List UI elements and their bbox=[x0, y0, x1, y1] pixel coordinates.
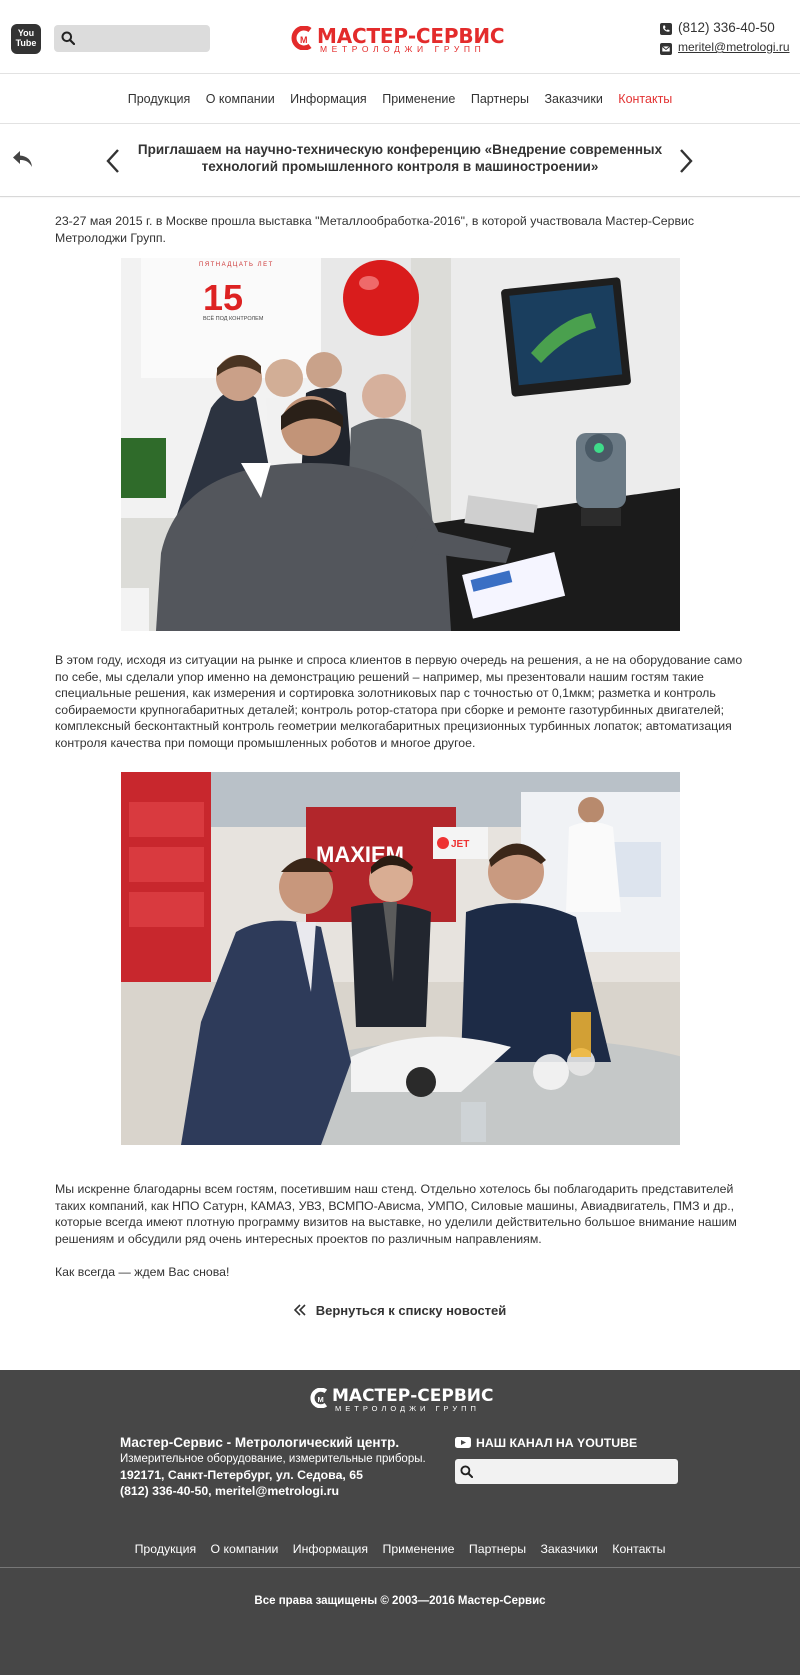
phone-row[interactable]: (812) 336-40-50 bbox=[660, 20, 794, 40]
footer-nav-products[interactable]: Продукция bbox=[135, 1542, 197, 1556]
footer-youtube-label[interactable]: НАШ КАНАЛ НА YOUTUBE bbox=[476, 1436, 637, 1450]
article-paragraph: 23-27 мая 2015 г. в Москве прошла выстав… bbox=[55, 214, 695, 245]
reply-arrow-icon[interactable] bbox=[11, 148, 35, 170]
brand-subtitle: МЕТРОЛОДЖИ ГРУПП bbox=[320, 44, 486, 54]
footer-search[interactable] bbox=[455, 1459, 678, 1484]
email-link[interactable]: meritel@metrologi.ru bbox=[678, 40, 790, 54]
footer-company-info: Мастер-Сервис - Метрологический центр. И… bbox=[120, 1434, 440, 1499]
header-contacts: (812) 336-40-50 meritel@metrologi.ru bbox=[660, 20, 794, 60]
double-chevron-left-icon bbox=[293, 1303, 306, 1316]
footer-company-name: Мастер-Сервис - Метрологический центр. bbox=[120, 1435, 400, 1450]
footer-nav-about[interactable]: О компании bbox=[211, 1542, 279, 1556]
search-icon bbox=[61, 31, 75, 45]
chevron-left-icon[interactable] bbox=[105, 148, 121, 174]
nav-item-application[interactable]: Применение bbox=[382, 92, 455, 106]
photo-logo-jet: JET bbox=[451, 839, 469, 850]
exhibition-photo-1: ПЯТНАДЦАТЬ ЛЕТ 15 ВСЁ ПОД КОНТРОЛЕМ bbox=[120, 258, 680, 631]
nav-item-about[interactable]: О компании bbox=[206, 92, 275, 106]
article-paragraph: Мы искренне благодарны всем гостям, посе… bbox=[55, 1182, 737, 1246]
back-to-news-link[interactable]: Вернуться к списку новостей bbox=[55, 1303, 745, 1320]
nav-item-products[interactable]: Продукция bbox=[128, 92, 191, 106]
email-row[interactable]: meritel@metrologi.ru bbox=[660, 40, 794, 60]
footer-nav: Продукция О компании Информация Применен… bbox=[0, 1542, 800, 1556]
footer-brand-logo[interactable]: M МАСТЕР-СЕРВИС МЕТРОЛОДЖИ ГРУПП bbox=[309, 1386, 499, 1413]
photo-banner-number: 15 bbox=[203, 277, 243, 318]
footer-contacts: (812) 336-40-50, meritel@metrologi.ru bbox=[120, 1484, 340, 1498]
footer-nav-application[interactable]: Применение bbox=[383, 1542, 455, 1556]
brand-logo[interactable]: M МАСТЕР-СЕРВИС МЕТРОЛОДЖИ ГРУПП bbox=[290, 24, 512, 54]
youtube-icon[interactable]: You Tube bbox=[11, 24, 41, 54]
header-search[interactable] bbox=[54, 25, 210, 52]
phone-icon bbox=[660, 23, 672, 35]
footer-brand-name: МАСТЕР-СЕРВИС bbox=[332, 1386, 494, 1406]
article-closing: Как всегда — ждем Вас снова! bbox=[55, 1265, 230, 1279]
footer-youtube-link[interactable]: НАШ КАНАЛ НА YOUTUBE bbox=[455, 1436, 685, 1450]
search-icon bbox=[460, 1465, 473, 1478]
site-header: You Tube M МАСТЕР-СЕРВИС МЕТРОЛОДЖИ ГРУП… bbox=[0, 0, 800, 74]
footer-brand-subtitle: МЕТРОЛОДЖИ ГРУПП bbox=[335, 1404, 480, 1413]
footer-address: 192171, Санкт-Петербург, ул. Седова, 65 bbox=[120, 1468, 363, 1482]
post-title: Приглашаем на научно-техническую конфере… bbox=[137, 142, 663, 174]
article-paragraph: В этом году, исходя из ситуации на рынке… bbox=[55, 653, 743, 750]
footer-nav-info[interactable]: Информация bbox=[293, 1542, 368, 1556]
footer-copyright: Все права защищены © 2003—2016 Мастер-Се… bbox=[254, 1595, 546, 1607]
photo-banner-text: ПЯТНАДЦАТЬ ЛЕТ bbox=[199, 262, 274, 268]
svg-text:M: M bbox=[300, 35, 308, 45]
footer-nav-contacts[interactable]: Контакты bbox=[612, 1542, 665, 1556]
photo-banner-caption: ВСЁ ПОД КОНТРОЛЕМ bbox=[203, 315, 264, 322]
svg-text:M: M bbox=[318, 1395, 324, 1404]
footer-nav-partners[interactable]: Партнеры bbox=[469, 1542, 526, 1556]
nav-item-info[interactable]: Информация bbox=[290, 92, 367, 106]
site-footer: M МАСТЕР-СЕРВИС МЕТРОЛОДЖИ ГРУПП Мастер-… bbox=[0, 1370, 800, 1675]
brand-mark-icon: M bbox=[310, 1388, 329, 1408]
nav-item-partners[interactable]: Партнеры bbox=[471, 92, 529, 106]
phone-number: (812) 336-40-50 bbox=[678, 20, 775, 35]
brand-mark-icon: M bbox=[291, 26, 313, 50]
footer-search-input[interactable] bbox=[478, 1462, 673, 1481]
search-input[interactable] bbox=[82, 29, 202, 48]
chevron-right-icon[interactable] bbox=[678, 148, 694, 174]
exhibition-photo-2: MAXIEM JET bbox=[120, 772, 680, 1145]
envelope-icon bbox=[660, 43, 672, 55]
nav-item-clients[interactable]: Заказчики bbox=[544, 92, 602, 106]
main-nav: Продукция О компании Информация Применен… bbox=[0, 74, 800, 124]
youtube-icon bbox=[455, 1437, 471, 1448]
post-header: Приглашаем на научно-техническую конфере… bbox=[0, 124, 800, 197]
article-body: 23-27 мая 2015 г. в Москве прошла выстав… bbox=[0, 197, 800, 1319]
footer-nav-clients[interactable]: Заказчики bbox=[541, 1542, 598, 1556]
footer-tagline: Измерительное оборудование, измерительны… bbox=[120, 1453, 426, 1465]
nav-item-contacts[interactable]: Контакты bbox=[618, 92, 672, 106]
back-to-news-label[interactable]: Вернуться к списку новостей bbox=[316, 1303, 507, 1318]
footer-divider bbox=[0, 1567, 800, 1568]
